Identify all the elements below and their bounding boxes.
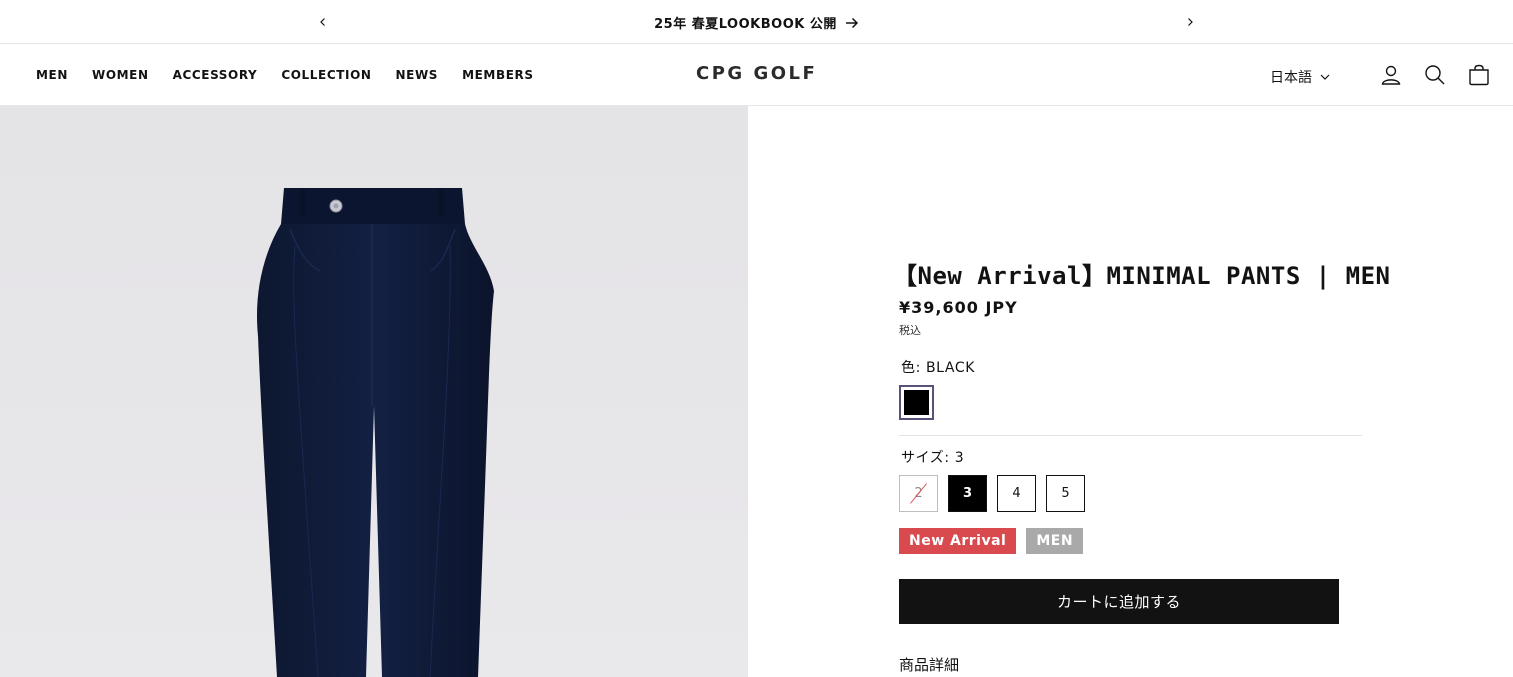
size-label: サイズ: 3 <box>901 450 965 466</box>
language-label: 日本語 <box>1270 70 1312 86</box>
color-swatch-black[interactable] <box>899 385 934 420</box>
account-icon <box>1381 65 1401 85</box>
nav-item-women[interactable]: WOMEN <box>92 68 149 82</box>
nav-item-news[interactable]: NEWS <box>396 68 439 82</box>
tax-note: 税込 <box>899 324 921 337</box>
nav-item-members[interactable]: MEMBERS <box>462 68 534 82</box>
color-label: 色: BLACK <box>901 360 975 376</box>
size-option-label: 3 <box>962 486 973 501</box>
add-to-cart-button[interactable]: カートに追加する <box>899 579 1339 624</box>
product-title: 【New Arrival】MINIMAL PANTS | MEN <box>893 262 1391 290</box>
site-header: MEN WOMEN ACCESSORY COLLECTION NEWS MEMB… <box>0 45 1513 106</box>
main-nav: MEN WOMEN ACCESSORY COLLECTION NEWS MEMB… <box>36 68 534 82</box>
pants-image <box>256 188 494 677</box>
chevron-right-icon <box>1188 18 1193 26</box>
badge-men: MEN <box>1026 528 1084 554</box>
search-button[interactable] <box>1423 63 1447 87</box>
size-option-2[interactable]: 2 <box>899 475 938 512</box>
badge-new-arrival: New Arrival <box>899 528 1017 554</box>
account-button[interactable] <box>1379 63 1403 87</box>
swatch-fill <box>904 390 929 415</box>
cart-button[interactable] <box>1467 63 1491 87</box>
search-icon <box>1425 65 1445 85</box>
announcement-text: 25年 春夏LOOKBOOK 公開 <box>654 17 837 32</box>
size-options: 2 3 4 5 <box>899 475 1085 512</box>
chevron-down-icon <box>1320 74 1330 80</box>
product-details-toggle[interactable]: 商品詳細 <box>899 654 959 675</box>
product-badges: New Arrival MEN <box>899 528 1084 554</box>
size-option-5[interactable]: 5 <box>1046 475 1085 512</box>
divider <box>899 435 1362 436</box>
announcement-message: 25年 春夏LOOKBOOK 公開 <box>0 13 1513 32</box>
size-option-4[interactable]: 4 <box>997 475 1036 512</box>
language-selector[interactable]: 日本語 <box>1270 67 1330 87</box>
cart-icon <box>1469 64 1489 86</box>
announcement-link[interactable]: 25年 春夏LOOKBOOK 公開 <box>654 13 859 32</box>
nav-item-men[interactable]: MEN <box>36 68 68 82</box>
nav-item-accessory[interactable]: ACCESSORY <box>173 68 258 82</box>
announcement-next-button[interactable] <box>1180 12 1200 32</box>
product-price: ¥39,600 JPY <box>899 298 1018 317</box>
nav-item-collection[interactable]: COLLECTION <box>281 68 371 82</box>
announcement-bar: 25年 春夏LOOKBOOK 公開 <box>0 0 1513 44</box>
soldout-slash-icon <box>910 483 927 504</box>
arrow-right-icon <box>845 17 858 28</box>
size-option-label: 4 <box>1012 486 1021 501</box>
size-option-3[interactable]: 3 <box>948 475 987 512</box>
site-logo[interactable]: CPG GOLF <box>696 63 817 84</box>
product-image[interactable] <box>0 106 748 677</box>
size-option-label: 5 <box>1061 486 1070 501</box>
